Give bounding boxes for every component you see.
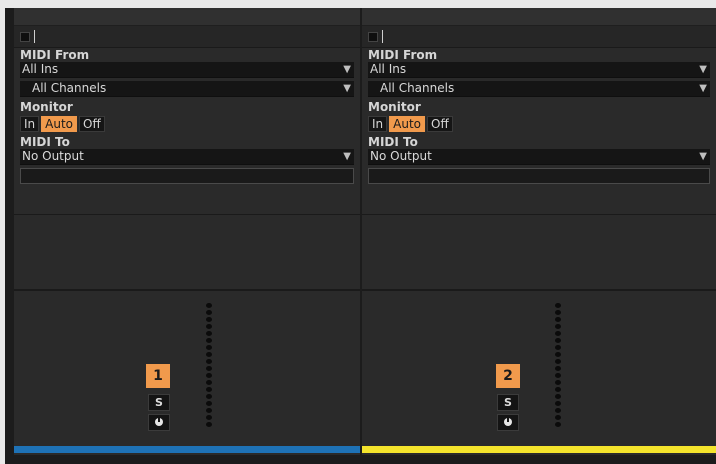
midi-from-label: MIDI From: [368, 48, 438, 62]
record-arm-icon[interactable]: [20, 32, 30, 42]
channel-value: All Channels: [380, 81, 455, 95]
level-meter: [206, 303, 212, 429]
track-header[interactable]: [14, 8, 360, 26]
track-column-2: MIDI From All Ins ▼ All Channels ▼ Monit…: [362, 8, 716, 455]
text-cursor: [34, 30, 35, 43]
track-column-1: MIDI From All Ins ▼ All Channels ▼ Monit…: [14, 8, 360, 455]
monitor-off-button[interactable]: Off: [79, 116, 105, 132]
chevron-down-icon: ▼: [343, 64, 351, 75]
midi-to-value: No Output: [22, 149, 84, 163]
record-arm-icon[interactable]: [368, 32, 378, 42]
solo-button[interactable]: S: [148, 394, 170, 411]
chevron-down-icon: ▼: [699, 151, 707, 162]
midi-to-value: No Output: [370, 149, 432, 163]
monitor-in-button[interactable]: In: [368, 116, 388, 132]
chevron-down-icon: ▼: [699, 83, 707, 94]
mixer-section: 1 S: [14, 291, 360, 453]
pan-knob-icon[interactable]: [497, 414, 519, 431]
level-meter: [555, 303, 561, 429]
midi-to-dropdown[interactable]: No Output ▼: [20, 149, 354, 165]
monitor-toggle: In Auto Off: [368, 116, 710, 132]
io-section: MIDI From All Ins ▼ All Channels ▼ Monit…: [14, 48, 360, 215]
monitor-off-button[interactable]: Off: [427, 116, 453, 132]
midi-to-dropdown[interactable]: No Output ▼: [368, 149, 710, 165]
channel-value: All Channels: [32, 81, 107, 95]
midi-from-value: All Ins: [370, 62, 407, 76]
channel-dropdown[interactable]: All Channels ▼: [368, 81, 710, 97]
chevron-down-icon: ▼: [343, 83, 351, 94]
midi-from-dropdown[interactable]: All Ins ▼: [20, 62, 354, 78]
clip-slot-row: [362, 26, 716, 48]
solo-button[interactable]: S: [497, 394, 519, 411]
channel-dropdown[interactable]: All Channels ▼: [20, 81, 354, 97]
track-header[interactable]: [362, 8, 716, 26]
clip-slot-row: [14, 26, 360, 48]
midi-to-label: MIDI To: [20, 135, 70, 149]
track-color-strip: [14, 446, 360, 453]
device-area: [362, 215, 716, 291]
monitor-toggle: In Auto Off: [20, 116, 354, 132]
pan-knob-icon[interactable]: [148, 414, 170, 431]
session-view: MIDI From All Ins ▼ All Channels ▼ Monit…: [5, 8, 716, 464]
track-color-strip: [362, 446, 716, 453]
midi-to-channel-field[interactable]: [368, 168, 710, 184]
chevron-down-icon: ▼: [699, 64, 707, 75]
midi-to-label: MIDI To: [368, 135, 418, 149]
monitor-in-button[interactable]: In: [20, 116, 40, 132]
chevron-down-icon: ▼: [343, 151, 351, 162]
midi-from-label: MIDI From: [20, 48, 90, 62]
monitor-label: Monitor: [20, 100, 73, 114]
io-section: MIDI From All Ins ▼ All Channels ▼ Monit…: [362, 48, 716, 215]
track-activator-button[interactable]: 1: [146, 364, 170, 388]
monitor-auto-button[interactable]: Auto: [389, 116, 426, 132]
midi-from-dropdown[interactable]: All Ins ▼: [368, 62, 710, 78]
monitor-auto-button[interactable]: Auto: [41, 116, 78, 132]
knob-indicator: [155, 418, 163, 426]
midi-from-value: All Ins: [22, 62, 59, 76]
track-activator-button[interactable]: 2: [496, 364, 520, 388]
midi-to-channel-field[interactable]: [20, 168, 354, 184]
knob-indicator: [504, 418, 512, 426]
mixer-section: 2 S: [362, 291, 716, 453]
device-area: [14, 215, 360, 291]
text-cursor: [382, 30, 383, 43]
monitor-label: Monitor: [368, 100, 421, 114]
